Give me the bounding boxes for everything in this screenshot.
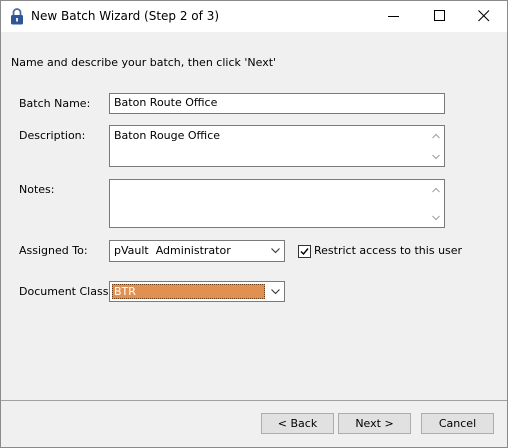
batch-name-label: Batch Name:: [19, 97, 91, 110]
assigned-to-label: Assigned To:: [19, 244, 88, 257]
batch-name-value: Baton Route Office: [114, 96, 218, 109]
description-scrollbar[interactable]: [428, 126, 444, 166]
scroll-down-icon: [432, 154, 440, 160]
document-class-label: Document Class:: [19, 285, 113, 298]
scroll-down-icon: [432, 215, 440, 221]
assigned-to-value: pVault Administrator: [114, 244, 231, 257]
cancel-button[interactable]: Cancel: [421, 413, 494, 434]
checkmark-icon: [300, 248, 309, 256]
wizard-window: New Batch Wizard (Step 2 of 3) Name and …: [0, 0, 508, 448]
minimize-icon: [388, 16, 399, 17]
description-label: Description:: [19, 129, 86, 142]
notes-scrollbar[interactable]: [428, 180, 444, 227]
notes-label: Notes:: [19, 183, 55, 196]
notes-textarea[interactable]: [109, 179, 445, 228]
restrict-access-label[interactable]: Restrict access to this user: [314, 244, 462, 257]
restrict-access-checkbox[interactable]: [298, 245, 311, 258]
assigned-to-select[interactable]: pVault Administrator: [109, 240, 285, 262]
batch-name-input[interactable]: Baton Route Office: [109, 93, 445, 114]
minimize-button[interactable]: [371, 1, 417, 32]
scroll-up-icon: [432, 133, 440, 139]
padlock-icon: [11, 8, 23, 25]
document-class-select[interactable]: BTR: [109, 281, 285, 302]
next-button[interactable]: Next >: [338, 413, 411, 434]
maximize-button[interactable]: [417, 1, 463, 32]
chevron-down-icon: [271, 248, 280, 254]
maximize-icon: [434, 10, 445, 21]
close-button[interactable]: [461, 1, 507, 32]
scroll-up-icon: [432, 187, 440, 193]
chevron-down-icon: [271, 289, 280, 295]
back-button[interactable]: < Back: [261, 413, 334, 434]
footer-divider: [1, 400, 507, 401]
description-value: Baton Rouge Office: [114, 129, 221, 142]
description-textarea[interactable]: Baton Rouge Office: [109, 125, 445, 167]
title-bar: New Batch Wizard (Step 2 of 3): [1, 1, 507, 32]
window-title: New Batch Wizard (Step 2 of 3): [31, 9, 220, 23]
instruction-text: Name and describe your batch, then click…: [11, 56, 277, 69]
close-icon: [478, 10, 490, 22]
document-class-value: BTR: [114, 285, 136, 298]
